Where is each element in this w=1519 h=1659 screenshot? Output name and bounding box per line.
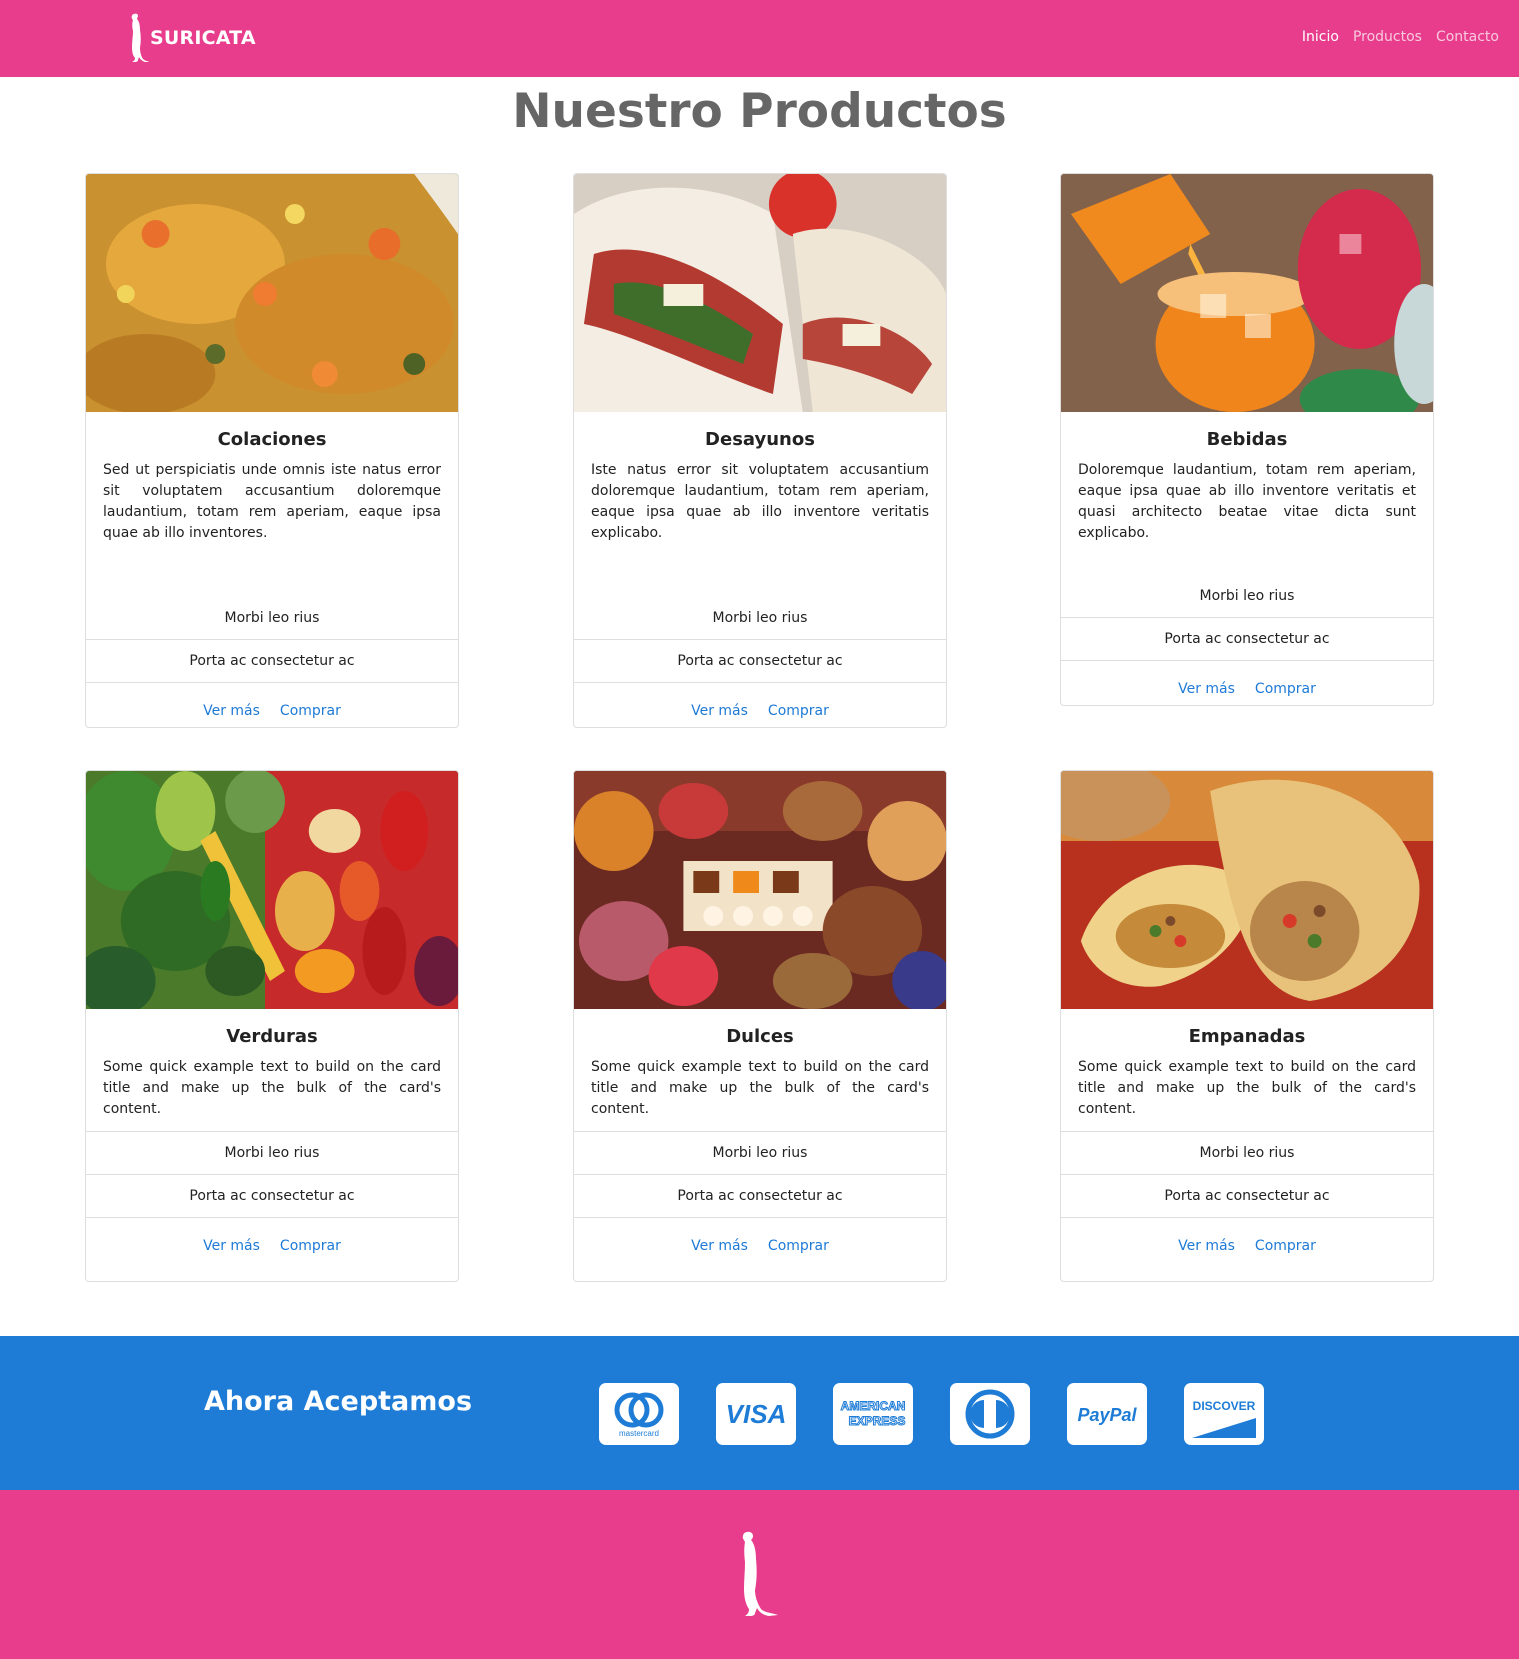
list-item: Porta ac consectetur ac	[574, 639, 946, 682]
ver-mas-link[interactable]: Ver más	[691, 703, 748, 719]
brand-name: SURICATA	[150, 27, 256, 49]
card-text: Some quick example text to build on the …	[591, 1059, 929, 1117]
list-item: Morbi leo rius	[86, 1131, 458, 1174]
mastercard-icon: mastercard	[599, 1383, 679, 1445]
card-image-empanadas	[1061, 771, 1433, 1009]
svg-text:mastercard: mastercard	[619, 1429, 659, 1438]
navbar: SURICATA Inicio Productos Contacto	[0, 0, 1519, 77]
card-title: Dulces	[726, 1026, 794, 1047]
card-body: Empanadas Some quick example text to bui…	[1061, 1009, 1433, 1131]
comprar-link[interactable]: Comprar	[280, 1238, 341, 1254]
card-links: Ver más Comprar	[86, 1217, 458, 1274]
list-item: Morbi leo rius	[1199, 587, 1295, 604]
card-body: Desayunos Iste natus error sit voluptate…	[574, 412, 946, 596]
nav-link-inicio[interactable]: Inicio	[1302, 29, 1339, 45]
product-card-verduras: Verduras Some quick example text to buil…	[85, 770, 459, 1282]
nav-links: Inicio Productos Contacto	[1302, 29, 1499, 45]
nav-link-contacto[interactable]: Contacto	[1436, 29, 1499, 45]
list-item: Morbi leo rius	[712, 609, 808, 626]
card-body: Verduras Some quick example text to buil…	[86, 1009, 458, 1131]
list-item: Porta ac consectetur ac	[86, 1174, 458, 1217]
card-title: Desayunos	[705, 429, 815, 450]
card-body: Bebidas Doloremque laudantium, totam rem…	[1061, 412, 1433, 574]
product-card-colaciones: Colaciones Sed ut perspiciatis unde omni…	[85, 173, 459, 728]
card-links: Ver más Comprar	[1061, 1217, 1433, 1274]
card-text: Some quick example text to build on the …	[103, 1059, 441, 1117]
nav-link-productos[interactable]: Productos	[1353, 29, 1422, 45]
card-text: Iste natus error sit voluptatem accusant…	[591, 462, 929, 541]
list-item: Porta ac consectetur ac	[86, 639, 458, 682]
card-image-desayunos	[574, 174, 946, 412]
card-image-bebidas	[1061, 174, 1433, 412]
card-image-verduras	[86, 771, 458, 1009]
card-text: Some quick example text to build on the …	[1078, 1059, 1416, 1117]
card-image-colaciones	[86, 174, 458, 412]
ver-mas-link[interactable]: Ver más	[203, 1238, 260, 1254]
comprar-link[interactable]: Comprar	[768, 703, 829, 719]
product-card-empanadas: Empanadas Some quick example text to bui…	[1060, 770, 1434, 1282]
svg-text:EXPRESS: EXPRESS	[849, 1414, 906, 1428]
card-body: Dulces Some quick example text to build …	[574, 1009, 946, 1131]
discover-icon: DISCOVER	[1184, 1383, 1264, 1445]
card-image-dulces	[574, 771, 946, 1009]
footer	[0, 1490, 1519, 1659]
comprar-link[interactable]: Comprar	[768, 1238, 829, 1254]
card-title: Empanadas	[1188, 1026, 1306, 1047]
card-body: Colaciones Sed ut perspiciatis unde omni…	[86, 412, 458, 596]
comprar-link[interactable]: Comprar	[1255, 1238, 1316, 1254]
list-item: Porta ac consectetur ac	[1061, 617, 1433, 660]
card-title: Bebidas	[1206, 429, 1288, 450]
product-card-dulces: Dulces Some quick example text to build …	[573, 770, 947, 1282]
card-links: Ver más Comprar	[1061, 660, 1433, 705]
meerkat-logo-icon	[131, 13, 149, 62]
svg-text:DISCOVER: DISCOVER	[1193, 1399, 1256, 1413]
ver-mas-link[interactable]: Ver más	[1178, 681, 1235, 697]
svg-text:VISA: VISA	[726, 1399, 787, 1429]
amex-icon: AMERICAN EXPRESS	[833, 1383, 913, 1445]
card-title: Verduras	[226, 1026, 318, 1047]
card-links: Ver más Comprar	[574, 682, 946, 727]
product-card-desayunos: Desayunos Iste natus error sit voluptate…	[573, 173, 947, 728]
brand-link[interactable]: SURICATA	[125, 12, 256, 64]
card-links: Ver más Comprar	[574, 1217, 946, 1274]
list-item: Morbi leo rius	[574, 1131, 946, 1174]
ver-mas-link[interactable]: Ver más	[691, 1238, 748, 1254]
list-item: Morbi leo rius	[1061, 1131, 1433, 1174]
paypal-icon: PayPal	[1067, 1383, 1147, 1445]
visa-icon: VISA	[716, 1383, 796, 1445]
ver-mas-link[interactable]: Ver más	[1178, 1238, 1235, 1254]
page-title: Nuestro Productos	[512, 84, 1007, 139]
diners-club-icon	[950, 1383, 1030, 1445]
card-text: Doloremque laudantium, totam rem aperiam…	[1078, 462, 1416, 541]
card-links: Ver más Comprar	[86, 682, 458, 727]
card-text: Sed ut perspiciatis unde omnis iste natu…	[103, 462, 441, 541]
list-item: Porta ac consectetur ac	[1061, 1174, 1433, 1217]
payment-title: Ahora Aceptamos	[204, 1386, 473, 1417]
comprar-link[interactable]: Comprar	[1255, 681, 1316, 697]
list-item: Morbi leo rius	[224, 609, 320, 626]
ver-mas-link[interactable]: Ver más	[203, 703, 260, 719]
list-item: Porta ac consectetur ac	[574, 1174, 946, 1217]
svg-text:AMERICAN: AMERICAN	[841, 1399, 906, 1413]
payment-methods-band: Ahora Aceptamos mastercard VISA AMERICAN…	[0, 1336, 1519, 1490]
svg-text:PayPal: PayPal	[1077, 1405, 1137, 1425]
comprar-link[interactable]: Comprar	[280, 703, 341, 719]
meerkat-logo-icon	[742, 1531, 778, 1616]
card-title: Colaciones	[217, 429, 327, 450]
product-card-bebidas: Bebidas Doloremque laudantium, totam rem…	[1060, 173, 1434, 706]
